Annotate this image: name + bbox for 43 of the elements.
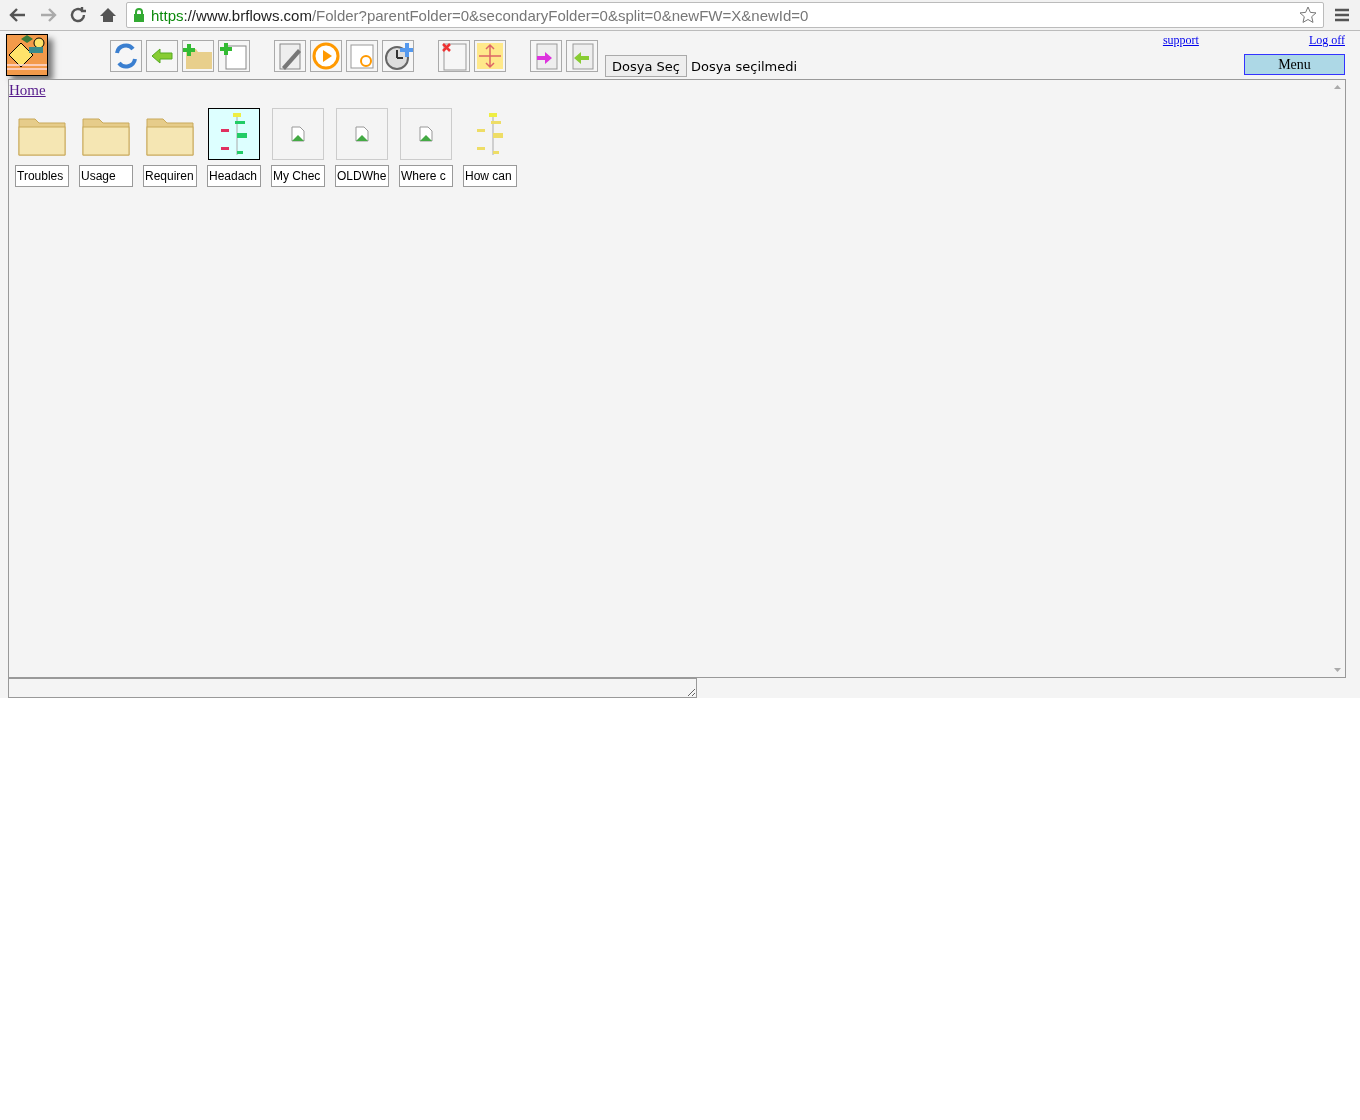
text-area[interactable] bbox=[8, 678, 697, 698]
star-icon[interactable] bbox=[1299, 6, 1317, 24]
item-thumbnail[interactable] bbox=[208, 108, 260, 160]
left-arrow-button[interactable] bbox=[146, 40, 178, 72]
new-document-button[interactable] bbox=[218, 40, 250, 72]
item-name-field[interactable]: Troubles bbox=[15, 165, 69, 187]
file-status-text: Dosya seçilmedi bbox=[690, 59, 798, 74]
export-button[interactable] bbox=[566, 40, 598, 72]
clock-plus-icon bbox=[383, 41, 413, 71]
app-logo[interactable] bbox=[6, 34, 48, 76]
item-name-field[interactable]: OLDWhe bbox=[335, 165, 389, 187]
menu-button[interactable]: Menu bbox=[1244, 54, 1345, 75]
delete-icon bbox=[439, 41, 469, 71]
choose-file-button[interactable]: Dosya Seç bbox=[605, 55, 687, 77]
item-name-field[interactable]: My Chec bbox=[271, 165, 325, 187]
new-folder-icon bbox=[183, 41, 213, 71]
url-text: https://www.brflows.com/Folder?parentFolder=0&secondaryFolder=0&split=0&newFW=X&newId=0 bbox=[151, 6, 809, 24]
home-link[interactable]: Home bbox=[9, 82, 46, 99]
item-name-field[interactable]: Usage bbox=[79, 165, 133, 187]
broken-image-icon bbox=[355, 126, 369, 142]
item-name-field[interactable]: Headach bbox=[207, 165, 261, 187]
refresh-button[interactable] bbox=[110, 40, 142, 72]
scroll-down-icon[interactable] bbox=[1333, 668, 1341, 672]
split-icon bbox=[475, 41, 505, 71]
split-button[interactable] bbox=[474, 40, 506, 72]
new-document-icon bbox=[219, 41, 249, 71]
broken-image-icon bbox=[419, 126, 433, 142]
item-name-field[interactable]: Where c bbox=[399, 165, 453, 187]
lock-icon bbox=[133, 7, 145, 23]
support-link[interactable]: support bbox=[1162, 33, 1199, 48]
import-button[interactable] bbox=[530, 40, 562, 72]
scroll-up-icon[interactable] bbox=[1333, 85, 1341, 89]
delete-button[interactable] bbox=[438, 40, 470, 72]
play-icon bbox=[311, 41, 341, 71]
logoff-link[interactable]: Log off bbox=[1308, 33, 1345, 48]
item-name-field[interactable]: Requiren bbox=[143, 165, 197, 187]
broken-image-icon bbox=[291, 126, 305, 142]
clock-plus-button[interactable] bbox=[382, 40, 414, 72]
item-name-field[interactable]: How can bbox=[463, 165, 517, 187]
address-bar[interactable]: https://www.brflows.com/Folder?parentFolder=0&secondaryFolder=0&split=0&newFW=X&newId=0 bbox=[126, 2, 1324, 28]
play-button[interactable] bbox=[310, 40, 342, 72]
new-folder-button[interactable] bbox=[182, 40, 214, 72]
pencil-button[interactable] bbox=[274, 40, 306, 72]
